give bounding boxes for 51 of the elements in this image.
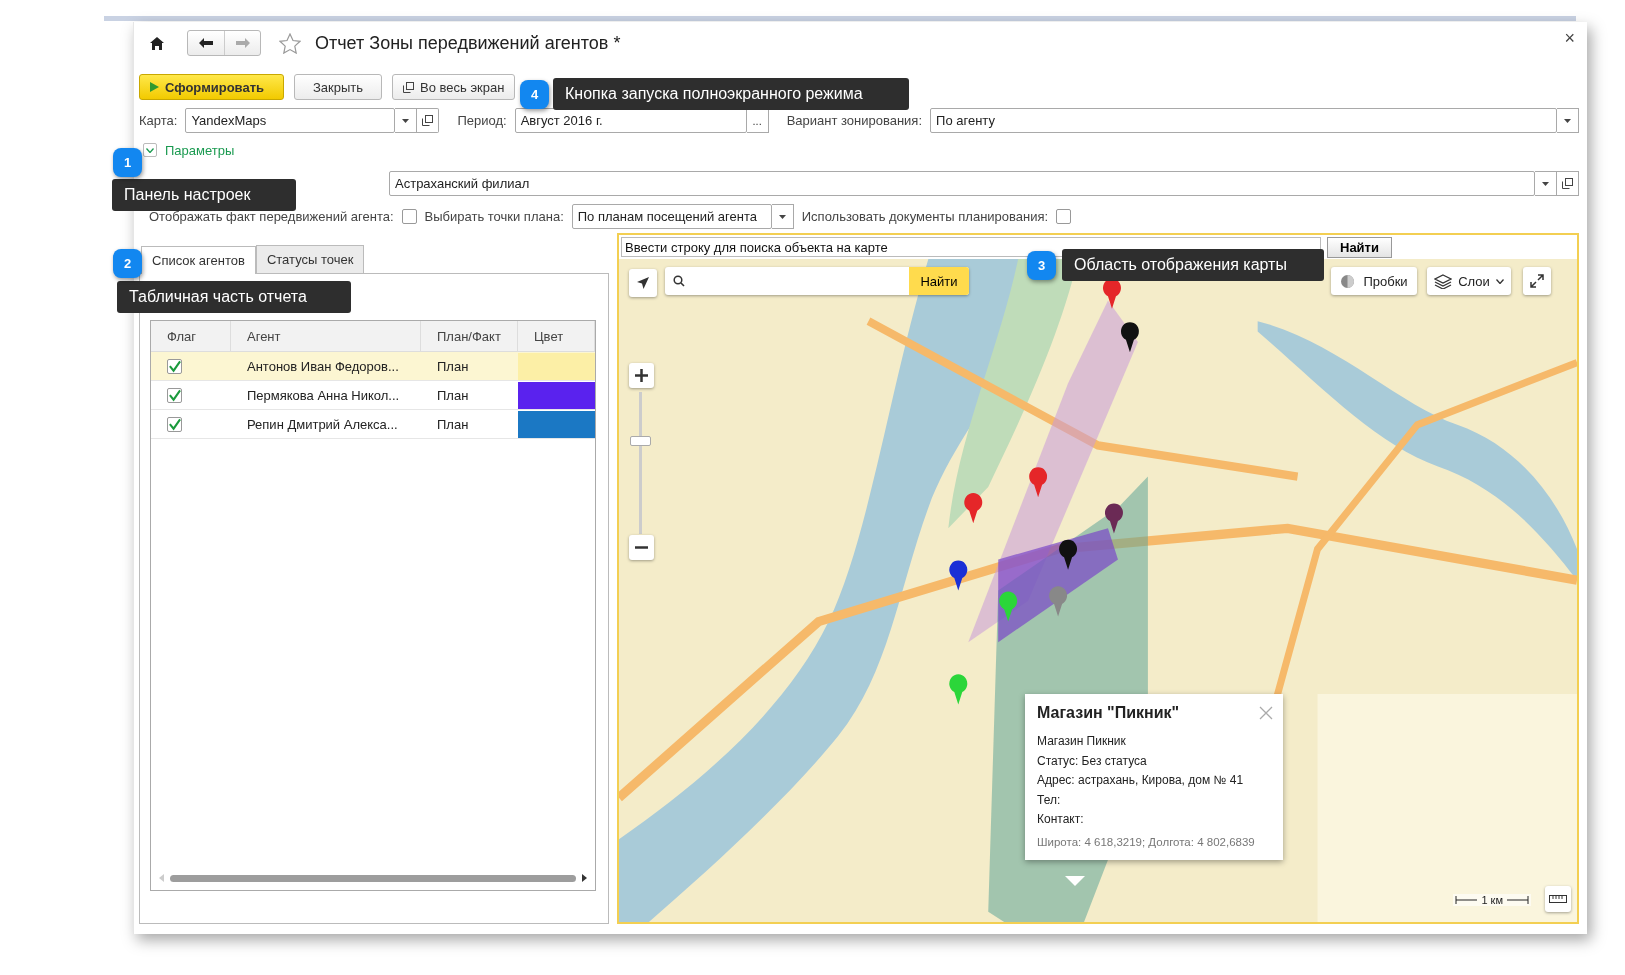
traffic-button[interactable]: Пробки (1331, 267, 1417, 295)
find-button[interactable]: Найти (1327, 236, 1392, 258)
column-header[interactable]: План/Факт (421, 321, 518, 351)
popup-text: Адрес: астрахань, Кирова, дом № 41 (1037, 772, 1245, 789)
zoning-field[interactable]: По агенту (930, 108, 1557, 133)
popup-text: Магазин Пикник (1037, 733, 1127, 750)
division-field[interactable]: Астраханский филиал (389, 171, 1535, 196)
table-cell-text: План (436, 386, 470, 405)
column-header[interactable]: Агент (231, 321, 421, 351)
fullscreen-button[interactable]: Во весь экран (392, 74, 516, 100)
parameters-link[interactable]: Параметры (165, 142, 235, 158)
zoning-label: Вариант зонирования: (786, 113, 923, 128)
generate-button[interactable]: Сформировать (139, 74, 284, 100)
period-label: Период: (457, 113, 507, 128)
map-field[interactable]: YandexMaps (185, 108, 396, 133)
table-cell-text: Антонов Иван Федоров... (246, 357, 400, 376)
option-label: Выбирать точки плана: (424, 209, 564, 224)
table-cell-text: Пермякова Анна Никол... (246, 386, 401, 405)
popup-text: Тел: (1037, 791, 1062, 809)
close-button[interactable]: Закрыть (294, 74, 382, 100)
popup-title: Магазин "Пикник" (1037, 704, 1181, 722)
tooltip: Кнопка запуска полноэкранного режима (553, 78, 909, 110)
step-badge: 2 (113, 249, 142, 278)
map-label: Карта: (139, 113, 178, 128)
step-badge: 3 (1027, 251, 1056, 280)
plan-points-select[interactable]: По планам посещений агента (571, 204, 772, 229)
tooltip: Панель настроек (112, 179, 296, 211)
scale-label: 1 км (1481, 894, 1503, 906)
table-row[interactable]: Репин Дмитрий Алекса... План (151, 410, 595, 439)
table-cell-text: План (436, 357, 470, 376)
tab[interactable]: Статусы точек (255, 245, 365, 273)
column-header[interactable]: Цвет (518, 321, 595, 351)
table-cell-text: План (436, 415, 470, 434)
window-title: Отчет Зоны передвижений агентов * (315, 32, 621, 54)
table-row[interactable]: Пермякова Анна Никол... План (151, 381, 595, 410)
tab[interactable]: Список агентов (141, 246, 256, 274)
step-badge: 1 (113, 148, 142, 177)
popup-text: Контакт: (1037, 811, 1085, 828)
popup-text: Статус: Без статуса (1037, 752, 1148, 770)
table-cell-text: Репин Дмитрий Алекса... (246, 415, 399, 434)
tooltip: Область отображения карты (1062, 249, 1324, 281)
option-label: Использовать документы планирования: (801, 209, 1049, 224)
coordinates-text: Широта: 4 618,3219; Долгота: 4 802,6839 (1037, 835, 1256, 848)
step-badge: 4 (520, 80, 549, 109)
option-label: Отображать факт передвижений агента: (149, 209, 394, 224)
layers-button[interactable]: Слои (1427, 267, 1511, 295)
tooltip: Табличная часть отчета (117, 281, 351, 313)
column-header[interactable]: Флаг (151, 321, 231, 351)
find-button[interactable]: Найти (909, 267, 969, 295)
table-row[interactable]: Антонов Иван Федоров... План (151, 352, 595, 381)
period-field[interactable]: Август 2016 г. (514, 108, 747, 133)
